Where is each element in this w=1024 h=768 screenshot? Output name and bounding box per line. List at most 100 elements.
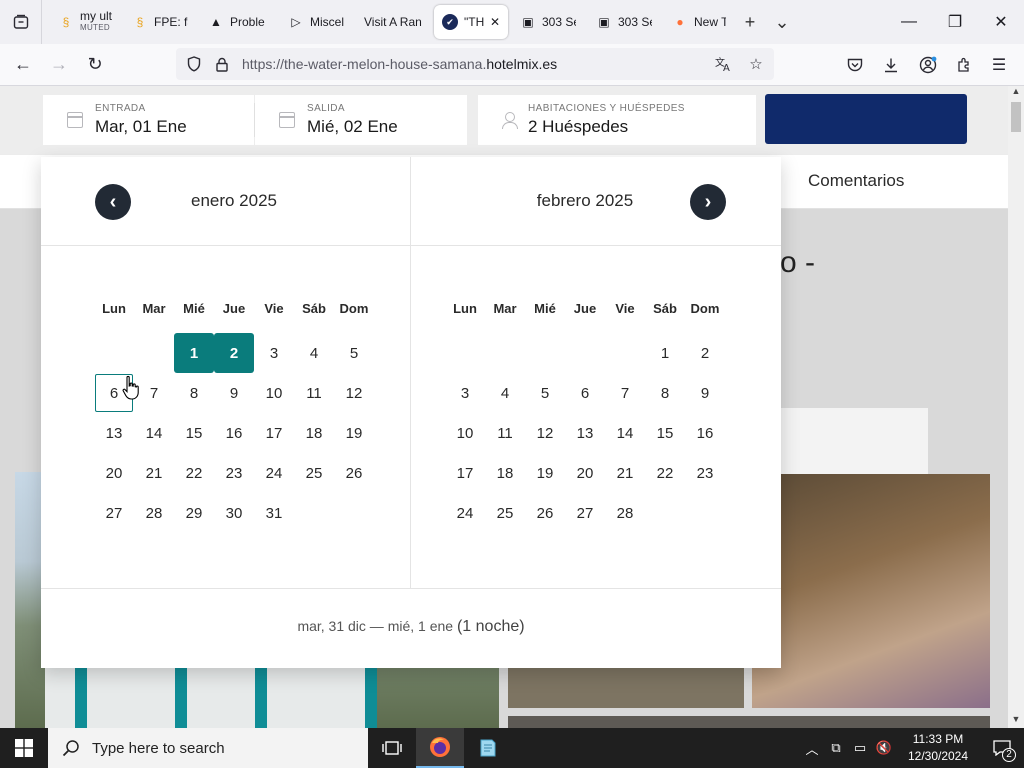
feb-day-1[interactable]: 1 [645, 333, 685, 373]
downloads-icon[interactable] [874, 48, 908, 82]
feb-day-14[interactable]: 14 [605, 413, 645, 453]
scroll-up-icon[interactable]: ▲ [1008, 86, 1024, 100]
menu-item-comments[interactable]: Comentarios [808, 171, 904, 191]
url-bar[interactable]: https://the-water-melon-house-samana.hot… [176, 48, 774, 80]
browser-tab[interactable]: ▷ Miscel [280, 5, 352, 39]
next-month-button[interactable]: › [690, 184, 726, 220]
translate-icon[interactable]: 文A [710, 56, 738, 72]
show-hidden-icons-chevron-icon[interactable]: ︿ [800, 739, 824, 758]
jan-day-3[interactable]: 3 [254, 333, 294, 373]
feb-day-9[interactable]: 9 [685, 373, 725, 413]
feb-day-28[interactable]: 28 [605, 493, 645, 533]
back-button[interactable]: ← [6, 48, 40, 82]
jan-day-1[interactable]: 1 [174, 333, 214, 373]
feb-day-12[interactable]: 12 [525, 413, 565, 453]
close-window-button[interactable]: ✕ [978, 0, 1024, 44]
feb-day-21[interactable]: 21 [605, 453, 645, 493]
page-scrollbar[interactable]: ▲ ▼ [1008, 86, 1024, 728]
jan-day-24[interactable]: 24 [254, 453, 294, 493]
jan-day-18[interactable]: 18 [294, 413, 334, 453]
jan-day-31[interactable]: 31 [254, 493, 294, 533]
feb-day-7[interactable]: 7 [605, 373, 645, 413]
feb-day-22[interactable]: 22 [645, 453, 685, 493]
maximize-button[interactable]: ❐ [932, 0, 978, 44]
forward-button[interactable]: → [42, 48, 76, 82]
jan-day-10[interactable]: 10 [254, 373, 294, 413]
reload-button[interactable]: ↻ [78, 48, 112, 82]
bookmark-star-icon[interactable]: ☆ [742, 55, 770, 73]
jan-day-28[interactable]: 28 [134, 493, 174, 533]
feb-day-13[interactable]: 13 [565, 413, 605, 453]
guests-field[interactable]: HABITACIONES Y HUÉSPEDES 2 Huéspedes [478, 95, 756, 145]
scroll-down-icon[interactable]: ▼ [1008, 714, 1024, 728]
feb-day-3[interactable]: 3 [445, 373, 485, 413]
jan-day-14[interactable]: 14 [134, 413, 174, 453]
feb-day-11[interactable]: 11 [485, 413, 525, 453]
search-button[interactable] [765, 94, 967, 144]
feb-day-8[interactable]: 8 [645, 373, 685, 413]
jan-day-27[interactable]: 27 [94, 493, 134, 533]
jan-day-4[interactable]: 4 [294, 333, 334, 373]
feb-day-18[interactable]: 18 [485, 453, 525, 493]
jan-day-11[interactable]: 11 [294, 373, 334, 413]
jan-day-30[interactable]: 30 [214, 493, 254, 533]
jan-day-12[interactable]: 12 [334, 373, 374, 413]
start-button[interactable] [0, 728, 48, 768]
browser-tab[interactable]: § FPE: fa [124, 5, 196, 39]
jan-day-13[interactable]: 13 [94, 413, 134, 453]
feb-day-15[interactable]: 15 [645, 413, 685, 453]
jan-day-8[interactable]: 8 [174, 373, 214, 413]
clock[interactable]: 11:33 PM 12/30/2024 [896, 731, 980, 765]
browser-tab[interactable]: ▣ 303 Se [588, 5, 660, 39]
new-tab-button[interactable]: + [734, 6, 766, 38]
feb-day-24[interactable]: 24 [445, 493, 485, 533]
extensions-icon[interactable] [947, 48, 981, 82]
jan-day-15[interactable]: 15 [174, 413, 214, 453]
hotel-photo-strip[interactable] [508, 716, 990, 728]
jan-day-20[interactable]: 20 [94, 453, 134, 493]
checkin-field[interactable]: ENTRADA Mar, 01 Ene [43, 95, 254, 145]
jan-day-22[interactable]: 22 [174, 453, 214, 493]
jan-day-17[interactable]: 17 [254, 413, 294, 453]
feb-day-25[interactable]: 25 [485, 493, 525, 533]
hotel-photo-room[interactable] [508, 666, 744, 708]
pocket-icon[interactable] [838, 48, 872, 82]
jan-day-29[interactable]: 29 [174, 493, 214, 533]
feb-day-23[interactable]: 23 [685, 453, 725, 493]
scrollbar-thumb[interactable] [1011, 102, 1021, 132]
feb-day-19[interactable]: 19 [525, 453, 565, 493]
feb-day-10[interactable]: 10 [445, 413, 485, 453]
app-menu-icon[interactable]: ☰ [982, 48, 1016, 82]
browser-tab[interactable]: ▣ 303 Se [512, 5, 584, 39]
browser-tab[interactable]: § my ult MUTED [50, 5, 120, 39]
jan-day-25[interactable]: 25 [294, 453, 334, 493]
tab-overview-button[interactable] [0, 0, 42, 44]
list-all-tabs-button[interactable]: ⌄ [766, 6, 798, 38]
jan-day-2[interactable]: 2 [214, 333, 254, 373]
feb-day-20[interactable]: 20 [565, 453, 605, 493]
checkout-field[interactable]: SALIDA Mié, 02 Ene [255, 95, 467, 145]
jan-day-26[interactable]: 26 [334, 453, 374, 493]
feb-day-16[interactable]: 16 [685, 413, 725, 453]
feb-day-26[interactable]: 26 [525, 493, 565, 533]
browser-tab[interactable]: ✔ "TH ✕ [434, 5, 508, 39]
feb-day-17[interactable]: 17 [445, 453, 485, 493]
feb-day-5[interactable]: 5 [525, 373, 565, 413]
volume-muted-icon[interactable]: 🔇 [872, 740, 896, 756]
notepad-taskbar-button[interactable] [464, 728, 512, 768]
jan-day-19[interactable]: 19 [334, 413, 374, 453]
url-text[interactable]: https://the-water-melon-house-samana.hot… [242, 56, 557, 72]
jan-day-23[interactable]: 23 [214, 453, 254, 493]
feb-day-6[interactable]: 6 [565, 373, 605, 413]
lock-icon[interactable] [208, 57, 236, 72]
taskbar-search-box[interactable]: Type here to search [48, 728, 368, 768]
network-icon[interactable]: ▭ [848, 740, 872, 756]
feb-day-2[interactable]: 2 [685, 333, 725, 373]
hotel-photo-bedroom[interactable] [752, 474, 990, 708]
jan-day-9[interactable]: 9 [214, 373, 254, 413]
close-tab-icon[interactable]: ✕ [490, 15, 500, 29]
browser-tab[interactable]: Visit A Ran [356, 5, 430, 39]
firefox-taskbar-button[interactable] [416, 728, 464, 768]
notification-center-button[interactable]: 2 [980, 728, 1024, 768]
feb-day-27[interactable]: 27 [565, 493, 605, 533]
